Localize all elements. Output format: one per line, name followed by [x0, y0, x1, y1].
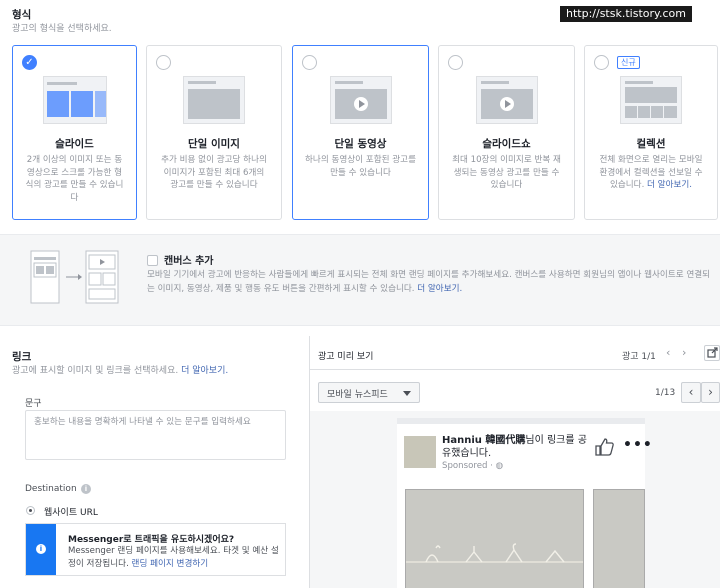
- carousel-image-1: [405, 489, 584, 588]
- carousel-image-2: [593, 489, 645, 588]
- messenger-info-box: i Messenger로 트래픽을 유도하시겠어요? Messenger 랜딩 …: [25, 523, 286, 576]
- format-card-collection[interactable]: 신규 컬렉션 전체 화면으로 열리는 모바일 환경에서 컬렉션을 선보일 수 있…: [584, 45, 718, 220]
- format-card-label: 단일 이미지: [188, 138, 240, 150]
- new-badge: 신규: [617, 56, 640, 69]
- format-card-label: 단일 동영상: [334, 138, 387, 150]
- like-icon[interactable]: [593, 436, 615, 461]
- format-card-desc: 최대 10장의 이미지로 반복 재생되는 동영상 광고를 만들 수 있습니다: [452, 155, 561, 190]
- info-box-accent: i: [26, 524, 56, 575]
- canvas-section: 캔버스 추가 모바일 기기에서 광고에 반응하는 사람들에게 빠르게 표시되는 …: [0, 234, 720, 326]
- next-placement-button[interactable]: ›: [701, 382, 720, 403]
- prev-placement-button[interactable]: ‹: [681, 382, 701, 403]
- format-subtitle: 광고의 형식을 선택하세요.: [12, 24, 112, 34]
- format-card-desc: 전체 화면으로 열리는 모바일 환경에서 컬렉션을 선보일 수 있습니다. 더 …: [597, 154, 705, 192]
- format-card-single-image[interactable]: 단일 이미지 추가 비용 없이 광고당 하나의 이미지가 포함된 최대 6개의 …: [146, 45, 282, 220]
- placement-label: 모바일 뉴스피드: [327, 390, 388, 400]
- chevron-left-icon[interactable]: ‹: [666, 346, 670, 359]
- sponsored-label: Sponsored · ◍: [442, 461, 504, 471]
- globe-icon: ◍: [495, 461, 504, 471]
- format-card-label: 컬렉션: [636, 138, 666, 150]
- link-learn-more-link[interactable]: 더 알아보기.: [181, 366, 228, 376]
- canvas-desc: 모바일 기기에서 광고에 반응하는 사람들에게 빠르게 표시되는 전체 화면 랜…: [147, 268, 715, 296]
- canvas-illustration-icon: [30, 249, 122, 310]
- canvas-title: 캔버스 추가: [164, 256, 214, 267]
- radio-button[interactable]: [156, 55, 171, 70]
- video-thumb-icon: [329, 76, 392, 124]
- learn-more-link[interactable]: 더 알아보기.: [647, 180, 692, 190]
- canvas-checkbox[interactable]: [147, 255, 158, 266]
- placement-counter: 1/13: [655, 388, 676, 398]
- destination-label: Destination: [25, 484, 77, 494]
- canvas-learn-more-link[interactable]: 더 알아보기.: [417, 284, 462, 294]
- open-external-button[interactable]: [704, 345, 720, 361]
- format-title: 형식: [12, 9, 32, 21]
- website-url-label: 웹사이트 URL: [44, 508, 98, 518]
- sponsored-text: Sponsored: [442, 461, 488, 471]
- link-section-subtitle: 광고에 표시할 이미지 및 링크를 선택하세요. 더 알아보기.: [12, 363, 228, 376]
- check-icon[interactable]: ✓: [22, 55, 37, 70]
- format-card-label: 슬라이드: [55, 138, 94, 150]
- radio-button[interactable]: [448, 55, 463, 70]
- slideshow-thumb-icon: [475, 76, 538, 124]
- page-avatar: [404, 436, 436, 468]
- info-icon: i: [36, 544, 46, 554]
- carousel-thumb-icon: [42, 76, 107, 124]
- link-subtitle-text: 광고에 표시할 이미지 및 링크를 선택하세요.: [12, 366, 179, 376]
- radio-button[interactable]: [594, 55, 609, 70]
- format-card-single-video[interactable]: 단일 동영상 하나의 동영상이 포함된 광고를 만들 수 있습니다: [292, 45, 429, 220]
- caret-down-icon: [403, 391, 411, 396]
- messenger-desc: Messenger 랜딩 페이지를 사용해보세요. 타겟 및 예산 설정이 저장…: [68, 545, 282, 571]
- change-landing-page-link[interactable]: 랜딩 페이지 변경하기: [132, 559, 209, 569]
- post-header-text: Hanniu 韓國代購님이 링크를 공유했습니다.: [442, 434, 592, 460]
- collection-thumb-icon: [620, 76, 682, 124]
- feed-post: Hanniu 韓國代購님이 링크를 공유했습니다. Sponsored · ◍ …: [397, 418, 652, 588]
- text-label: 문구: [25, 399, 42, 409]
- link-section-title: 링크: [12, 351, 32, 363]
- image-thumb-icon: [183, 76, 245, 124]
- chevron-right-icon[interactable]: ›: [682, 346, 686, 359]
- format-card-slideshow[interactable]: 슬라이드쇼 최대 10장의 이미지로 반복 재생되는 동영상 광고를 만들 수 …: [438, 45, 575, 220]
- ad-counter: 광고 1/1: [622, 352, 656, 362]
- format-card-desc: 하나의 동영상이 포함된 광고를 만들 수 있습니다: [305, 155, 416, 178]
- placement-dropdown[interactable]: 모바일 뉴스피드: [318, 382, 420, 403]
- text-input[interactable]: 홍보하는 내용을 명확하게 나타낼 수 있는 문구를 입력하세요: [25, 410, 286, 460]
- preview-header-divider: [310, 369, 720, 370]
- page-name[interactable]: Hanniu 韓國代購: [442, 435, 525, 446]
- format-card-slide[interactable]: ✓ 슬라이드 2개 이상의 이미지 또는 동영상으로 스크롤 가능한 형식의 광…: [12, 45, 137, 220]
- format-card-desc: 추가 비용 없이 광고당 하나의 이미지가 포함된 최대 6개의 광고를 만들 …: [161, 155, 267, 190]
- info-icon[interactable]: i: [81, 484, 91, 494]
- format-card-label: 슬라이드쇼: [482, 138, 531, 150]
- radio-button[interactable]: [302, 55, 317, 70]
- external-link-icon: [707, 347, 718, 358]
- more-options-icon[interactable]: •••: [623, 437, 653, 453]
- messenger-title: Messenger로 트래픽을 유도하시겠어요?: [68, 535, 235, 545]
- website-url-radio[interactable]: [26, 506, 35, 515]
- preview-title: 광고 미리 보기: [318, 352, 374, 362]
- format-card-desc: 2개 이상의 이미지 또는 동영상으로 스크롤 가능한 형식의 광고를 만들 수…: [25, 155, 124, 203]
- watermark: http://stsk.tistory.com: [560, 6, 692, 22]
